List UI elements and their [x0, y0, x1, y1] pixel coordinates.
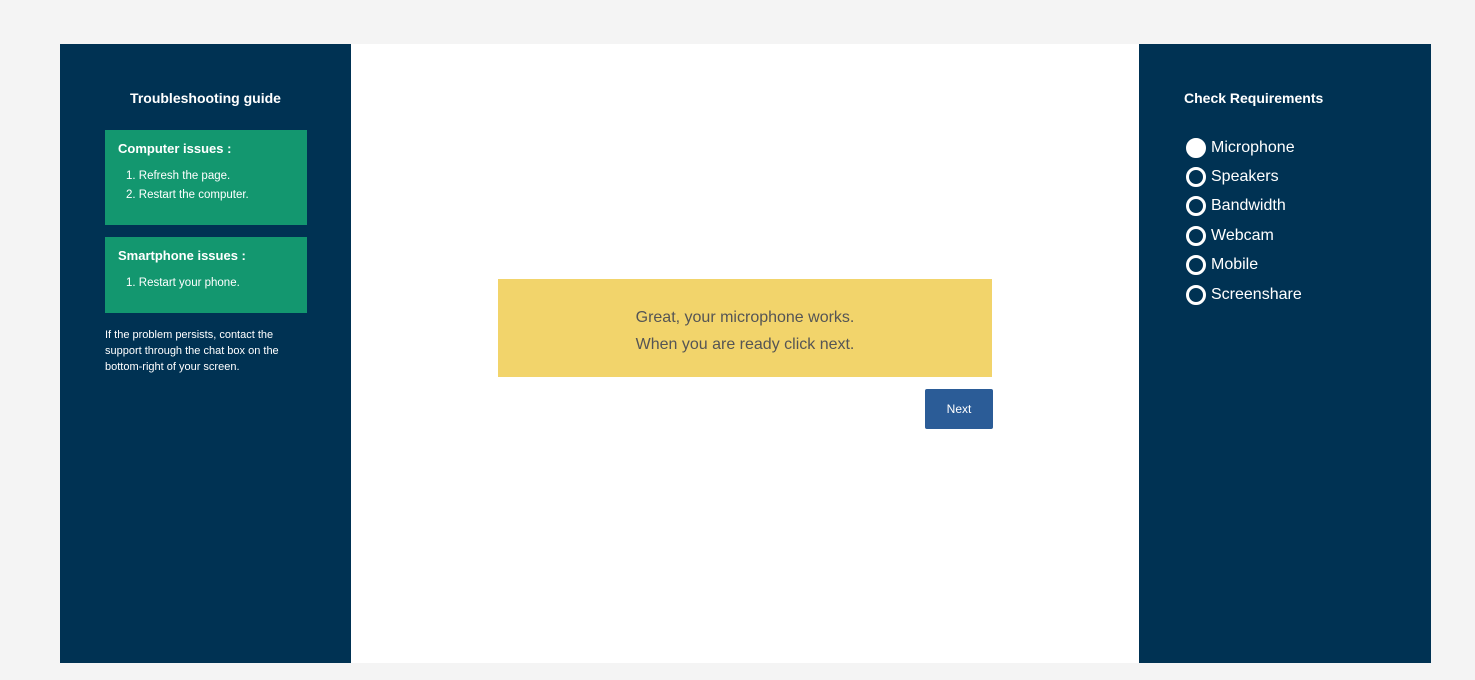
- smartphone-issues-list: 1. Restart your phone.: [118, 274, 295, 293]
- requirements-title: Check Requirements: [1184, 90, 1324, 106]
- smartphone-issues-title: Smartphone issues :: [118, 248, 246, 263]
- radio-icon[interactable]: [1186, 255, 1206, 276]
- requirement-screenshare[interactable]: Screenshare: [1186, 280, 1302, 309]
- smartphone-step-1: 1. Restart your phone.: [126, 277, 240, 289]
- next-button[interactable]: Next: [925, 389, 993, 429]
- requirement-label: Microphone: [1211, 138, 1295, 156]
- requirement-webcam[interactable]: Webcam: [1186, 221, 1302, 250]
- requirement-label: Webcam: [1211, 226, 1274, 244]
- requirement-bandwidth[interactable]: Bandwidth: [1186, 192, 1302, 221]
- requirement-label: Speakers: [1211, 168, 1279, 186]
- status-message: Great, your microphone works. When you a…: [498, 279, 992, 377]
- requirement-label: Screenshare: [1211, 285, 1302, 303]
- troubleshooting-panel: Troubleshooting guide Computer issues : …: [60, 44, 351, 663]
- troubleshooting-title: Troubleshooting guide: [130, 90, 281, 106]
- status-message-line-1: Great, your microphone works.: [635, 309, 855, 326]
- radio-icon[interactable]: [1186, 284, 1206, 305]
- computer-issues-box: Computer issues : 1. Refresh the page. 2…: [105, 130, 307, 225]
- requirement-label: Mobile: [1211, 256, 1259, 274]
- computer-issues-list: 1. Refresh the page. 2. Restart the comp…: [118, 167, 295, 205]
- requirements-panel: Check Requirements Microphone Speakers B…: [1139, 44, 1431, 663]
- computer-step-2: 2. Restart the computer.: [126, 189, 249, 201]
- support-help-text: If the problem persists, contact the sup…: [105, 329, 279, 373]
- radio-icon[interactable]: [1186, 167, 1206, 188]
- status-message-line-2: When you are ready click next.: [635, 336, 855, 353]
- requirement-mobile[interactable]: Mobile: [1186, 251, 1302, 280]
- requirements-list: Microphone Speakers Bandwidth Webcam Mob…: [1186, 133, 1302, 309]
- radio-icon[interactable]: [1186, 225, 1206, 246]
- computer-step-1: 1. Refresh the page.: [126, 170, 231, 182]
- radio-icon[interactable]: [1186, 137, 1206, 158]
- computer-issues-title: Computer issues :: [118, 141, 232, 156]
- requirement-label: Bandwidth: [1211, 197, 1286, 215]
- radio-icon[interactable]: [1186, 196, 1206, 217]
- requirement-microphone[interactable]: Microphone: [1186, 133, 1302, 162]
- requirement-speakers[interactable]: Speakers: [1186, 162, 1302, 191]
- smartphone-issues-box: Smartphone issues : 1. Restart your phon…: [105, 237, 307, 313]
